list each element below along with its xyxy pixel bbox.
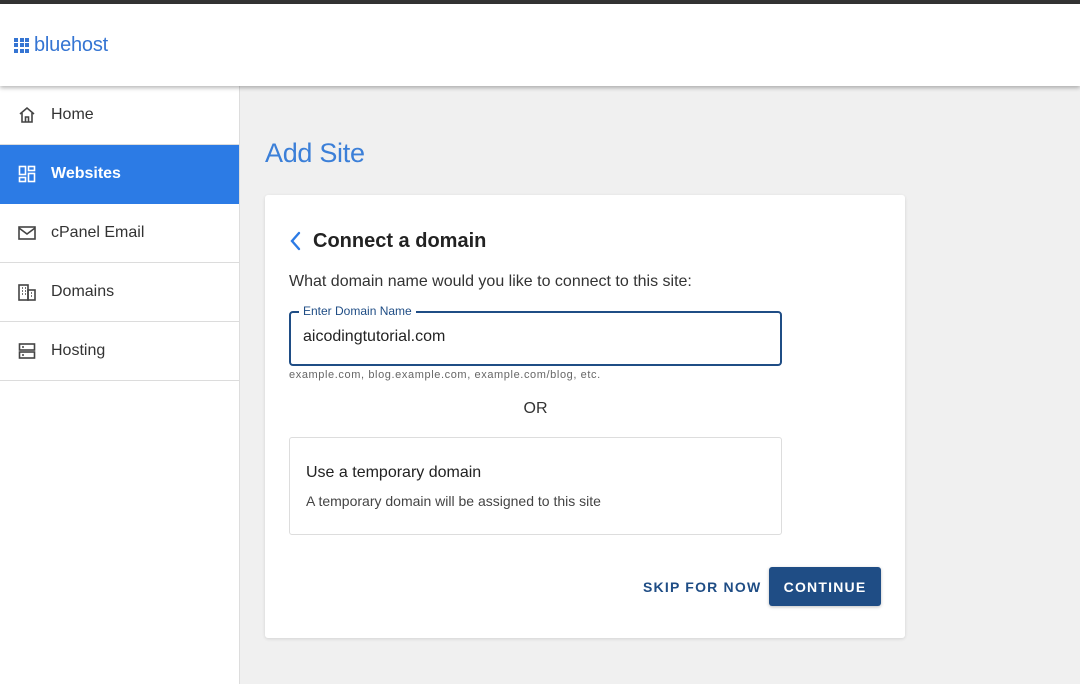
sidebar-item-label: Home: [51, 106, 94, 123]
bluehost-logo[interactable]: bluehost: [14, 34, 108, 57]
skip-for-now-button[interactable]: SKIP FOR NOW: [633, 568, 771, 606]
main-content: Add Site Connect a domain What domain na…: [241, 86, 1080, 684]
sidebar-item-hosting[interactable]: Hosting: [0, 322, 239, 381]
temporary-domain-description: A temporary domain will be assigned to t…: [306, 493, 601, 509]
sidebar-item-label: Websites: [51, 165, 121, 182]
dashboard-icon: [17, 164, 37, 184]
sidebar-item-label: cPanel Email: [51, 224, 145, 241]
sidebar-item-home[interactable]: Home: [0, 86, 239, 145]
continue-button[interactable]: CONTINUE: [769, 567, 881, 606]
domain-name-field[interactable]: Enter Domain Name: [289, 304, 782, 366]
mail-icon: [17, 223, 37, 243]
sidebar-item-label: Domains: [51, 283, 115, 300]
logo-grid-icon: [14, 37, 29, 53]
domain-input[interactable]: [303, 328, 763, 346]
connect-domain-card: Connect a domain What domain name would …: [265, 195, 905, 638]
page-title: Add Site: [265, 138, 365, 168]
sidebar-item-label: Hosting: [51, 342, 106, 359]
app-header: bluehost: [0, 4, 1080, 86]
logo-text: bluehost: [34, 33, 109, 56]
temporary-domain-option[interactable]: Use a temporary domain A temporary domai…: [289, 437, 782, 535]
domain-helper-text: example.com, blog.example.com, example.c…: [289, 369, 601, 381]
building-icon: [17, 282, 37, 302]
sidebar-item-domains[interactable]: Domains: [0, 263, 239, 322]
sidebar: Home Websites cPanel Email Domains Hosti…: [0, 86, 240, 684]
server-icon: [17, 341, 37, 361]
temporary-domain-title: Use a temporary domain: [306, 464, 482, 481]
card-header: Connect a domain: [289, 229, 486, 253]
home-icon: [17, 105, 37, 125]
back-chevron-icon[interactable]: [289, 229, 305, 253]
sidebar-item-cpanel-email[interactable]: cPanel Email: [0, 204, 239, 263]
sidebar-item-websites[interactable]: Websites: [0, 145, 239, 204]
domain-field-label: Enter Domain Name: [299, 304, 416, 318]
domain-question: What domain name would you like to conne…: [289, 273, 692, 290]
or-divider: OR: [523, 400, 548, 417]
card-title: Connect a domain: [313, 229, 487, 252]
